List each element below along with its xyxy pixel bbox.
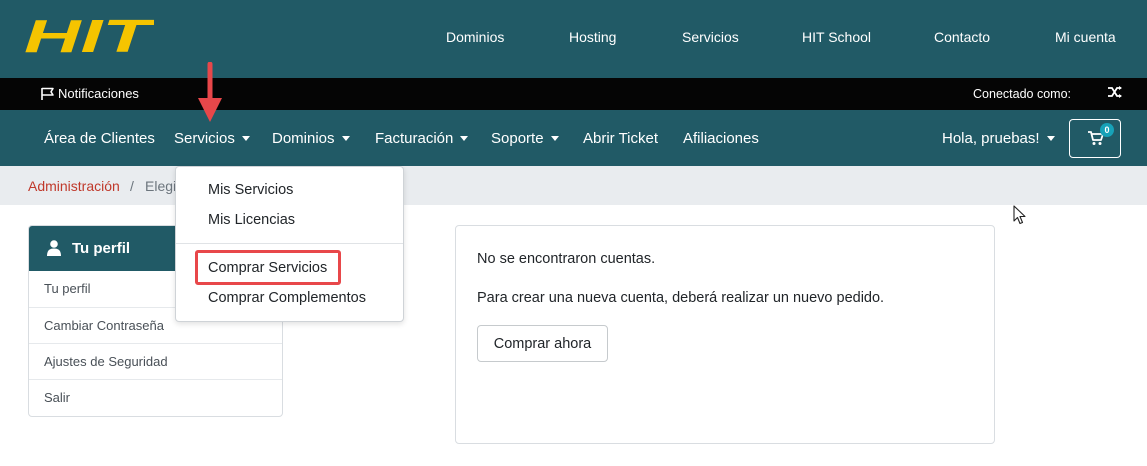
- accounts-panel: No se encontraron cuentas. Para crear un…: [455, 225, 995, 444]
- flag-icon: [41, 87, 54, 100]
- cart-button[interactable]: 0: [1069, 119, 1121, 158]
- top-nav-hosting[interactable]: Hosting: [569, 29, 616, 45]
- nav-facturacion[interactable]: Facturación: [375, 130, 469, 147]
- top-nav-hit-school[interactable]: HIT School: [802, 29, 871, 45]
- top-navigation: Dominios Hosting Servicios HIT School Co…: [0, 0, 1147, 78]
- notifications-label: Notificaciones: [58, 86, 139, 101]
- notifications-link[interactable]: Notificaciones: [40, 86, 139, 101]
- dropdown-item-mis-licencias[interactable]: Mis Licencias: [208, 212, 295, 228]
- caret-down-icon: [550, 135, 559, 141]
- nav-label: Afiliaciones: [683, 130, 759, 147]
- caret-down-icon: [241, 135, 250, 141]
- new-order-instruction: Para crear una nueva cuenta, deberá real…: [477, 290, 885, 306]
- profile-item-salir[interactable]: Salir: [29, 379, 282, 416]
- no-accounts-message: No se encontraron cuentas.: [477, 251, 656, 267]
- annotation-arrow-icon: [198, 62, 222, 122]
- caret-down-icon: [460, 135, 469, 141]
- nav-abrir-ticket[interactable]: Abrir Ticket: [583, 130, 658, 147]
- nav-area-clientes[interactable]: Área de Clientes: [44, 130, 155, 147]
- top-nav-mi-cuenta[interactable]: Mi cuenta: [1055, 29, 1116, 45]
- nav-soporte[interactable]: Soporte: [491, 130, 559, 147]
- services-dropdown-menu: Mis Servicios Mis Licencias Comprar Serv…: [175, 166, 404, 322]
- profile-item-ajustes-seguridad[interactable]: Ajustes de Seguridad: [29, 343, 282, 380]
- nav-label: Servicios: [174, 130, 235, 147]
- mouse-cursor-icon: [1013, 205, 1026, 225]
- user-greeting-menu[interactable]: Hola, pruebas!: [942, 130, 1055, 147]
- cart-count-badge: 0: [1100, 123, 1114, 137]
- top-nav-contacto[interactable]: Contacto: [934, 29, 990, 45]
- nav-label: Dominios: [272, 130, 335, 147]
- nav-label: Soporte: [491, 130, 544, 147]
- buy-now-button[interactable]: Comprar ahora: [477, 325, 608, 362]
- nav-afiliaciones[interactable]: Afiliaciones: [683, 130, 759, 147]
- nav-label: Área de Clientes: [44, 130, 155, 147]
- caret-down-icon: [341, 135, 350, 141]
- breadcrumb-separator: /: [130, 178, 134, 194]
- dropdown-divider: [176, 243, 403, 244]
- nav-servicios[interactable]: Servicios: [174, 130, 250, 147]
- top-nav-servicios[interactable]: Servicios: [682, 29, 739, 45]
- user-icon: [47, 240, 61, 256]
- main-navigation: Área de Clientes Servicios Dominios Fact…: [0, 110, 1147, 166]
- connected-as-label: Conectado como:: [973, 87, 1071, 101]
- dropdown-item-mis-servicios[interactable]: Mis Servicios: [208, 182, 293, 198]
- caret-down-icon: [1046, 135, 1055, 141]
- profile-card-title: Tu perfil: [72, 240, 131, 257]
- nav-label: Facturación: [375, 130, 454, 147]
- shuffle-icon[interactable]: [1107, 85, 1123, 103]
- annotation-highlight-box: [195, 250, 341, 285]
- notification-bar: Notificaciones Conectado como:: [0, 78, 1147, 110]
- top-nav-dominios[interactable]: Dominios: [446, 29, 504, 45]
- breadcrumb-current: Elegi: [145, 178, 177, 194]
- dropdown-item-comprar-complementos[interactable]: Comprar Complementos: [208, 290, 366, 306]
- breadcrumb: Administración / Elegi: [0, 166, 1147, 205]
- greeting-label: Hola, pruebas!: [942, 130, 1040, 147]
- nav-dominios[interactable]: Dominios: [272, 130, 350, 147]
- breadcrumb-admin-link[interactable]: Administración: [28, 178, 120, 194]
- nav-label: Abrir Ticket: [583, 130, 659, 147]
- site-header: HIT Dominios Hosting Servicios HIT Schoo…: [0, 0, 1147, 78]
